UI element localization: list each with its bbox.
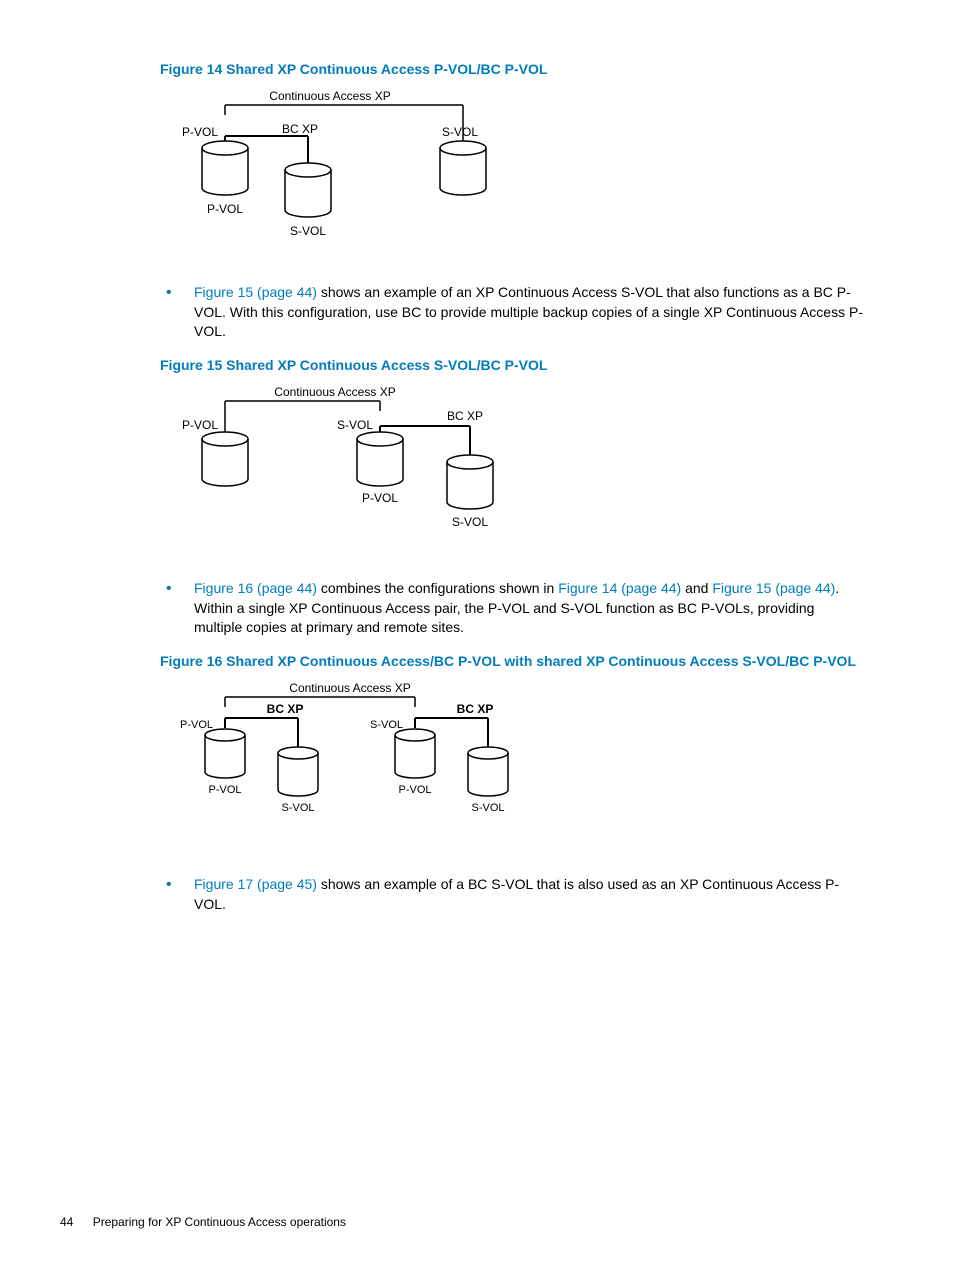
bullet-icon: • bbox=[160, 875, 194, 914]
bullet-item-1: • Figure 15 (page 44) shows an example o… bbox=[160, 283, 864, 342]
figure15-diagram: Continuous Access XP BC XP P-VOL S-VOL bbox=[170, 384, 864, 550]
figure14-diagram: Continuous Access XP BC XP P-VOL S-VOL P… bbox=[170, 88, 864, 254]
bullet-item-2: • Figure 16 (page 44) combines the confi… bbox=[160, 579, 864, 638]
fig14-bc: BC XP bbox=[282, 122, 318, 136]
link-fig17[interactable]: Figure 17 (page 45) bbox=[194, 876, 317, 892]
page-number: 44 bbox=[60, 1215, 73, 1229]
link-fig15b[interactable]: Figure 15 (page 44) bbox=[712, 580, 835, 596]
fig14-lt: P-VOL bbox=[182, 125, 218, 139]
bullet-icon: • bbox=[160, 283, 194, 342]
page-content: Figure 14 Shared XP Continuous Access P-… bbox=[160, 60, 864, 914]
fig16-rt: S-VOL bbox=[370, 719, 403, 731]
bullet3-text: Figure 17 (page 45) shows an example of … bbox=[194, 875, 864, 914]
fig15-lt: P-VOL bbox=[182, 418, 218, 432]
fig16-header: Continuous Access XP bbox=[289, 681, 410, 695]
bullet2-text: Figure 16 (page 44) combines the configu… bbox=[194, 579, 864, 638]
footer-title: Preparing for XP Continuous Access opera… bbox=[93, 1215, 346, 1229]
figure14-title: Figure 14 Shared XP Continuous Access P-… bbox=[160, 60, 864, 80]
bullet1-text: Figure 15 (page 44) shows an example of … bbox=[194, 283, 864, 342]
figure14-svg: Continuous Access XP BC XP P-VOL S-VOL P… bbox=[170, 88, 530, 248]
bullet-icon: • bbox=[160, 579, 194, 638]
fig16-lmb: S-VOL bbox=[281, 802, 314, 814]
fig15-mt: S-VOL bbox=[337, 418, 373, 432]
fig16-bc-r: BC XP bbox=[457, 702, 494, 716]
figure16-title: Figure 16 Shared XP Continuous Access/BC… bbox=[160, 652, 864, 672]
fig14-lb: P-VOL bbox=[207, 202, 243, 216]
fig14-mb: S-VOL bbox=[290, 224, 326, 238]
bullet-item-3: • Figure 17 (page 45) shows an example o… bbox=[160, 875, 864, 914]
fig16-lb: P-VOL bbox=[208, 784, 241, 796]
figure16-svg: Continuous Access XP BC XP BC XP P-VOL S… bbox=[170, 680, 590, 840]
fig15-mb: P-VOL bbox=[362, 491, 398, 505]
fig15-header: Continuous Access XP bbox=[274, 385, 395, 399]
fig15-bc: BC XP bbox=[447, 409, 483, 423]
bullet2-mid1: combines the configurations shown in bbox=[317, 580, 558, 596]
figure16-diagram: Continuous Access XP BC XP BC XP P-VOL S… bbox=[170, 680, 864, 846]
fig14-header: Continuous Access XP bbox=[269, 89, 390, 103]
link-fig15[interactable]: Figure 15 (page 44) bbox=[194, 284, 317, 300]
link-fig16[interactable]: Figure 16 (page 44) bbox=[194, 580, 317, 596]
link-fig14[interactable]: Figure 14 (page 44) bbox=[558, 580, 681, 596]
fig16-rb: P-VOL bbox=[398, 784, 431, 796]
page-footer: 44 Preparing for XP Continuous Access op… bbox=[60, 1214, 346, 1231]
fig14-rt: S-VOL bbox=[442, 125, 478, 139]
fig16-lt: P-VOL bbox=[180, 719, 213, 731]
figure15-svg: Continuous Access XP BC XP P-VOL S-VOL bbox=[170, 384, 550, 544]
fig16-rmb: S-VOL bbox=[471, 802, 504, 814]
fig15-rb: S-VOL bbox=[452, 515, 488, 529]
bullet2-mid2: and bbox=[681, 580, 712, 596]
figure15-title: Figure 15 Shared XP Continuous Access S-… bbox=[160, 356, 864, 376]
fig16-bc-l: BC XP bbox=[267, 702, 304, 716]
